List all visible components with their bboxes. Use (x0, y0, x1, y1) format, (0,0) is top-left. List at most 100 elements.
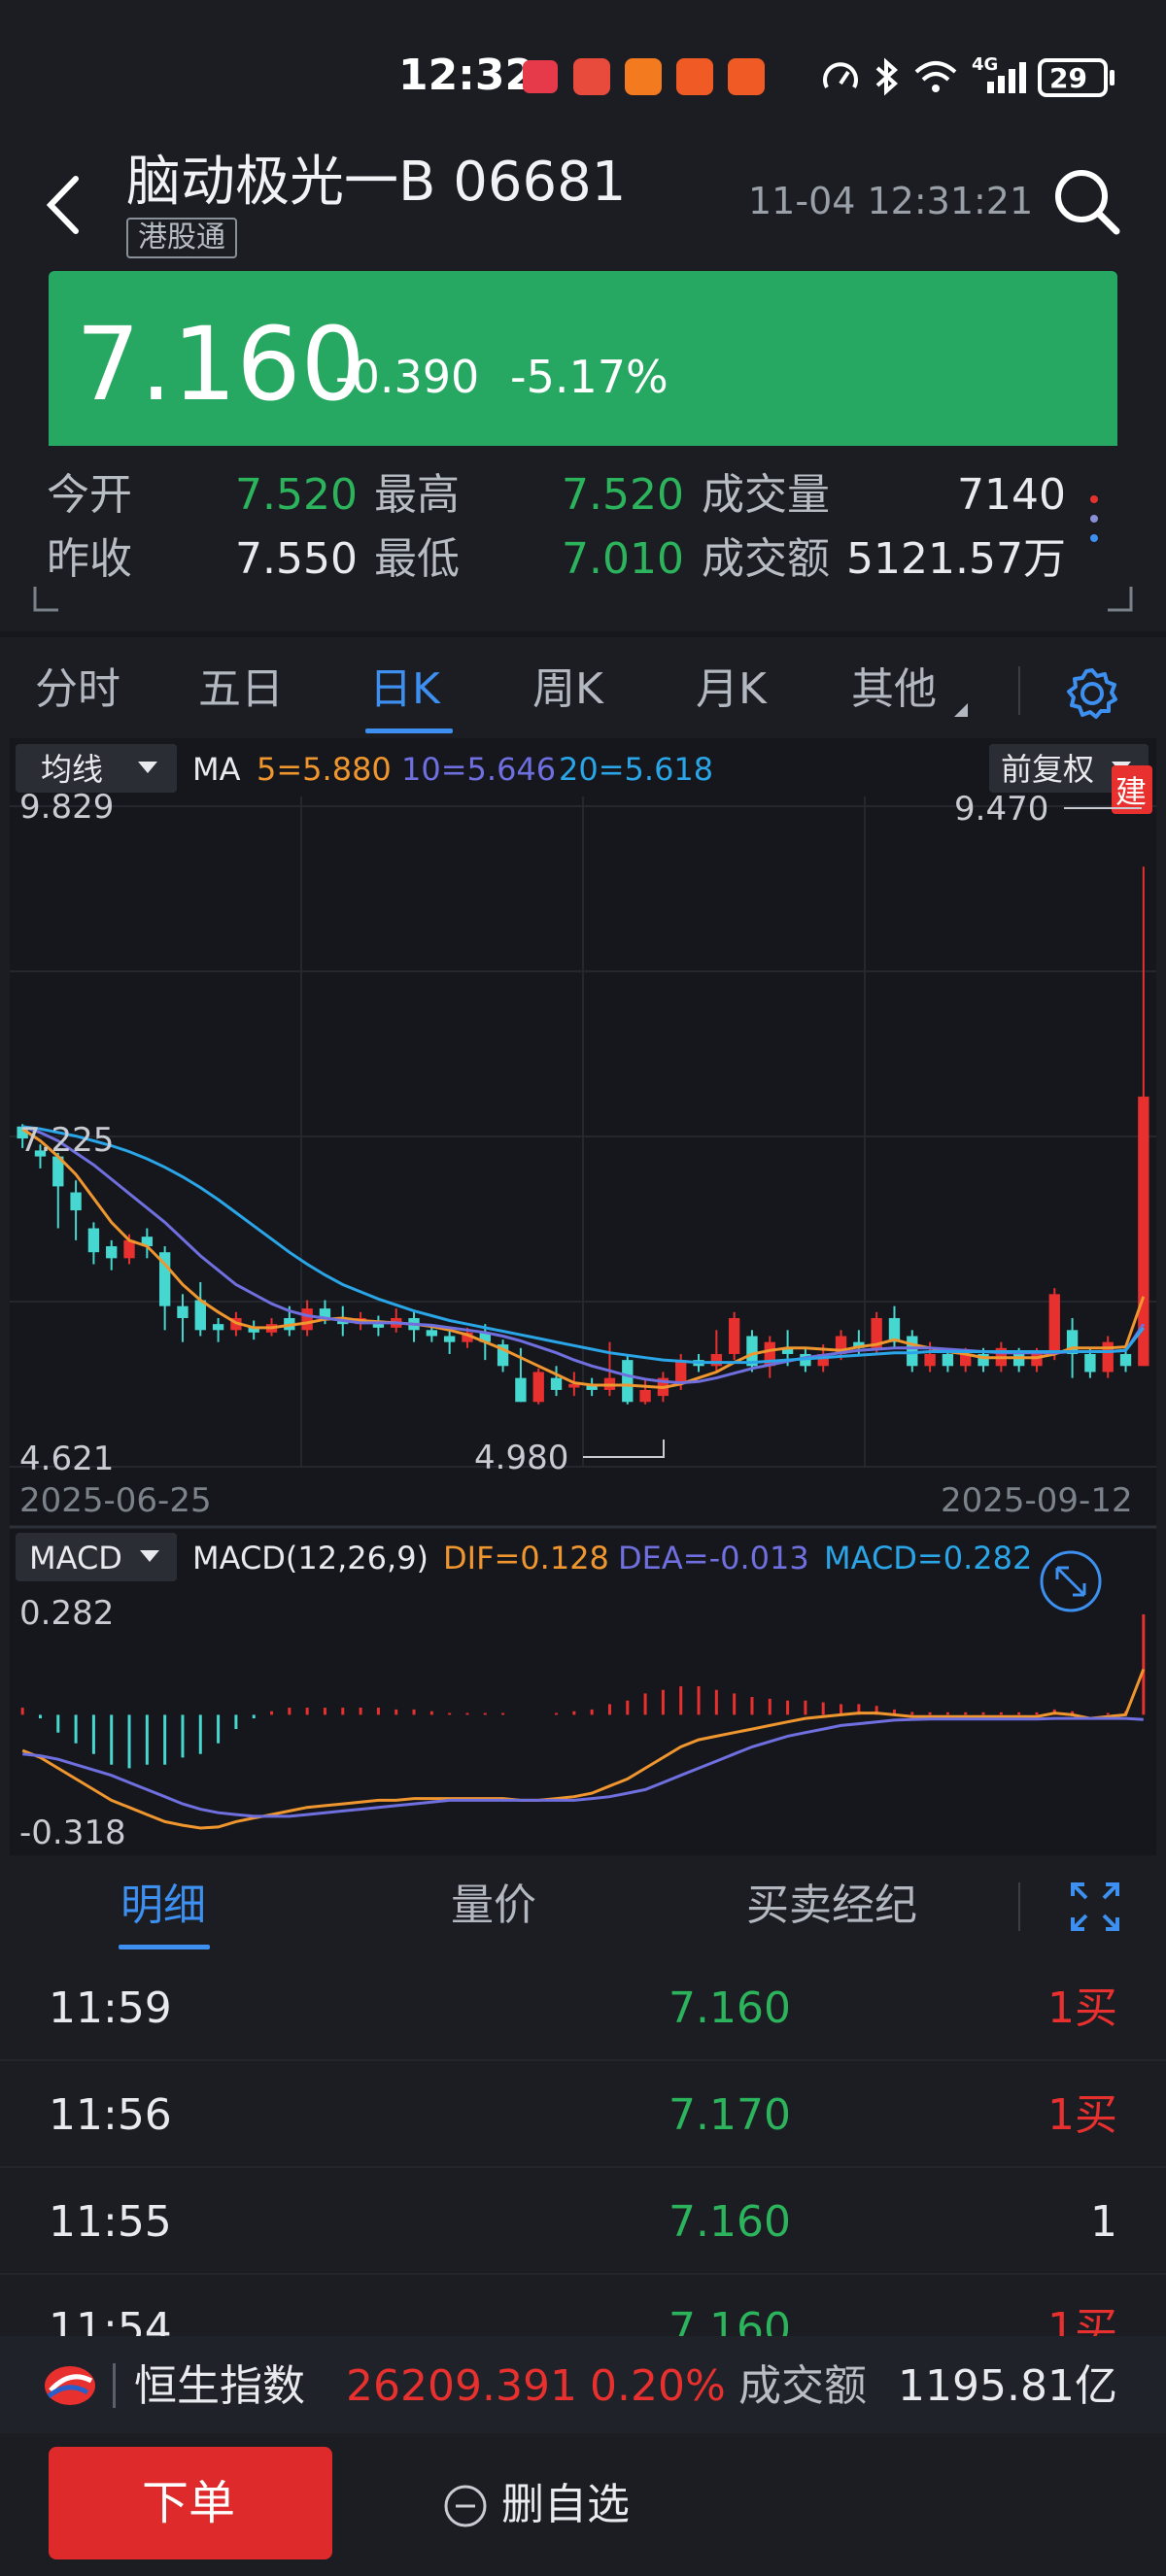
notification-icon (625, 58, 662, 95)
active-tab-indicator (365, 729, 453, 733)
candle-body (177, 1305, 189, 1318)
divider (1018, 1882, 1020, 1931)
remove-watchlist-icon[interactable] (443, 2484, 488, 2528)
table-row: 11:59 7.160 1买 (0, 1954, 1166, 2061)
battery-tip (1110, 70, 1115, 85)
place-order-button[interactable]: 下单 (49, 2447, 332, 2559)
y-max-label: 9.829 (19, 788, 114, 827)
fullscreen-icon[interactable] (1069, 1881, 1121, 1933)
min-price-marker: 4.980 (474, 1439, 568, 1477)
y-mid-label: 7.225 (19, 1121, 114, 1160)
candle-body (924, 1353, 936, 1367)
x-start-label: 2025-06-25 (19, 1481, 212, 1520)
candle-body (426, 1330, 438, 1337)
volume-value: 7140 (957, 470, 1066, 520)
volume-label: 成交量 (702, 470, 830, 520)
status-bar: 12:32 4G 29 (0, 0, 1166, 146)
notification-icon (573, 58, 610, 95)
tab-volume-price[interactable]: 量价 (451, 1884, 536, 1927)
index-turnover-value: 1195.81亿 (898, 2361, 1117, 2411)
period-tabs: 分时 五日 日K 周K 月K 其他 (0, 631, 1166, 738)
trade-time: 11:59 (49, 1983, 172, 2033)
tab-other[interactable]: 其他 (851, 668, 937, 711)
open-value: 7.520 (235, 470, 358, 520)
candle-body (106, 1246, 118, 1259)
candle-body (194, 1300, 206, 1331)
price-change: -0.390 (335, 351, 480, 403)
clock: 12:32 (398, 51, 535, 100)
stock-title: 脑动极光一B 06681 (126, 151, 627, 214)
back-arrow-icon[interactable] (39, 171, 87, 239)
build-badge-label: 建 (1115, 773, 1147, 810)
macd-min-label: -0.318 (19, 1813, 126, 1852)
candle-body (639, 1389, 651, 1403)
notification-icon (523, 60, 558, 93)
divider (1018, 666, 1020, 715)
tab-broker[interactable]: 买卖经纪 (746, 1884, 917, 1927)
high-label: 最高 (374, 470, 460, 520)
candle-body (942, 1353, 954, 1367)
detail-tabs: 明细 量价 买卖经纪 (0, 1857, 1166, 1954)
wifi-icon (914, 61, 957, 92)
trade-time: 11:55 (49, 2197, 172, 2247)
top-bar: 脑动极光一B 06681 港股通 11-04 12:31:21 (0, 146, 1166, 272)
tab-weekly-k[interactable]: 周K (532, 668, 603, 711)
quote-stats: 今开 7.520 最高 7.520 成交量 7140 昨收 7.550 最低 7… (0, 457, 1166, 622)
candle-body (622, 1360, 634, 1403)
candle-body (87, 1228, 100, 1253)
x-end-label: 2025-09-12 (941, 1481, 1133, 1520)
table-row: 11:55 7.160 1 (0, 2168, 1166, 2275)
tab-monthly-k[interactable]: 月K (696, 668, 767, 711)
place-order-label: 下单 (142, 2476, 236, 2530)
turnover-value: 5121.57万 (846, 534, 1066, 584)
indicator-select-label: 均线 (41, 751, 103, 788)
search-icon[interactable] (1052, 167, 1122, 237)
trade-qty: 1买 (1047, 2090, 1117, 2140)
notification-icon (728, 58, 765, 95)
trade-list: 11:59 7.160 1买 11:56 7.170 1买 11:55 7.16… (0, 1954, 1166, 2343)
macd-max-label: 0.282 (19, 1594, 114, 1633)
tab-five-day[interactable]: 五日 (198, 668, 284, 711)
prev-close-label: 昨收 (47, 534, 132, 584)
candle-body (675, 1360, 687, 1384)
stock-connect-badge: 港股通 (126, 218, 237, 258)
action-bar: 下单 删自选 (0, 2433, 1166, 2576)
ma10-value: 10=5.646 (401, 751, 556, 788)
candle-body (728, 1317, 740, 1354)
candle-body (1119, 1353, 1132, 1367)
battery-icon: 29 (1038, 58, 1108, 97)
tab-dropdown-icon (954, 703, 968, 717)
index-name: 恒生指数 (134, 2361, 305, 2411)
kline-chart[interactable]: 均线 MA 5=5.880 10=5.646 20=5.618 前复权 建 9.… (10, 738, 1156, 1855)
index-value: 26209.391 (346, 2361, 577, 2411)
trade-price: 7.170 (669, 2090, 791, 2140)
remove-watchlist-label[interactable]: 删自选 (501, 2484, 630, 2526)
tab-timeshare[interactable]: 分时 (35, 668, 120, 711)
trade-price: 7.160 (669, 1983, 791, 2033)
active-tab-indicator (119, 1945, 210, 1949)
index-ticker[interactable]: 恒生指数 26209.391 0.20% 成交额 1195.81亿 (0, 2336, 1166, 2433)
trade-qty: 1买 (1047, 1983, 1117, 2033)
max-price-marker: 9.470 (954, 790, 1048, 829)
macd-select-label: MACD (29, 1540, 122, 1576)
dif-value: DIF=0.128 (443, 1540, 609, 1576)
candle-body (532, 1372, 544, 1403)
candle-body (1048, 1294, 1060, 1354)
corner-mark-left (33, 587, 58, 612)
corner-mark-right (1108, 587, 1133, 612)
index-turnover-label: 成交额 (738, 2361, 867, 2411)
battery-level: 29 (1049, 62, 1087, 94)
settings-gear-icon[interactable] (1065, 666, 1119, 721)
y-min-label: 4.621 (19, 1440, 114, 1478)
low-label: 最低 (374, 534, 460, 584)
tab-detail[interactable]: 明细 (120, 1884, 206, 1927)
candle-body (443, 1336, 456, 1342)
candle-body (515, 1377, 527, 1403)
trade-price: 7.160 (669, 2197, 791, 2247)
dea-value: DEA=-0.013 (618, 1540, 809, 1576)
tab-daily-k[interactable]: 日K (369, 668, 440, 711)
macd-value: MACD=0.282 (824, 1540, 1032, 1576)
candle-body (550, 1377, 563, 1390)
prev-close-value: 7.550 (235, 534, 358, 584)
more-dots-icon[interactable] (1090, 491, 1100, 565)
